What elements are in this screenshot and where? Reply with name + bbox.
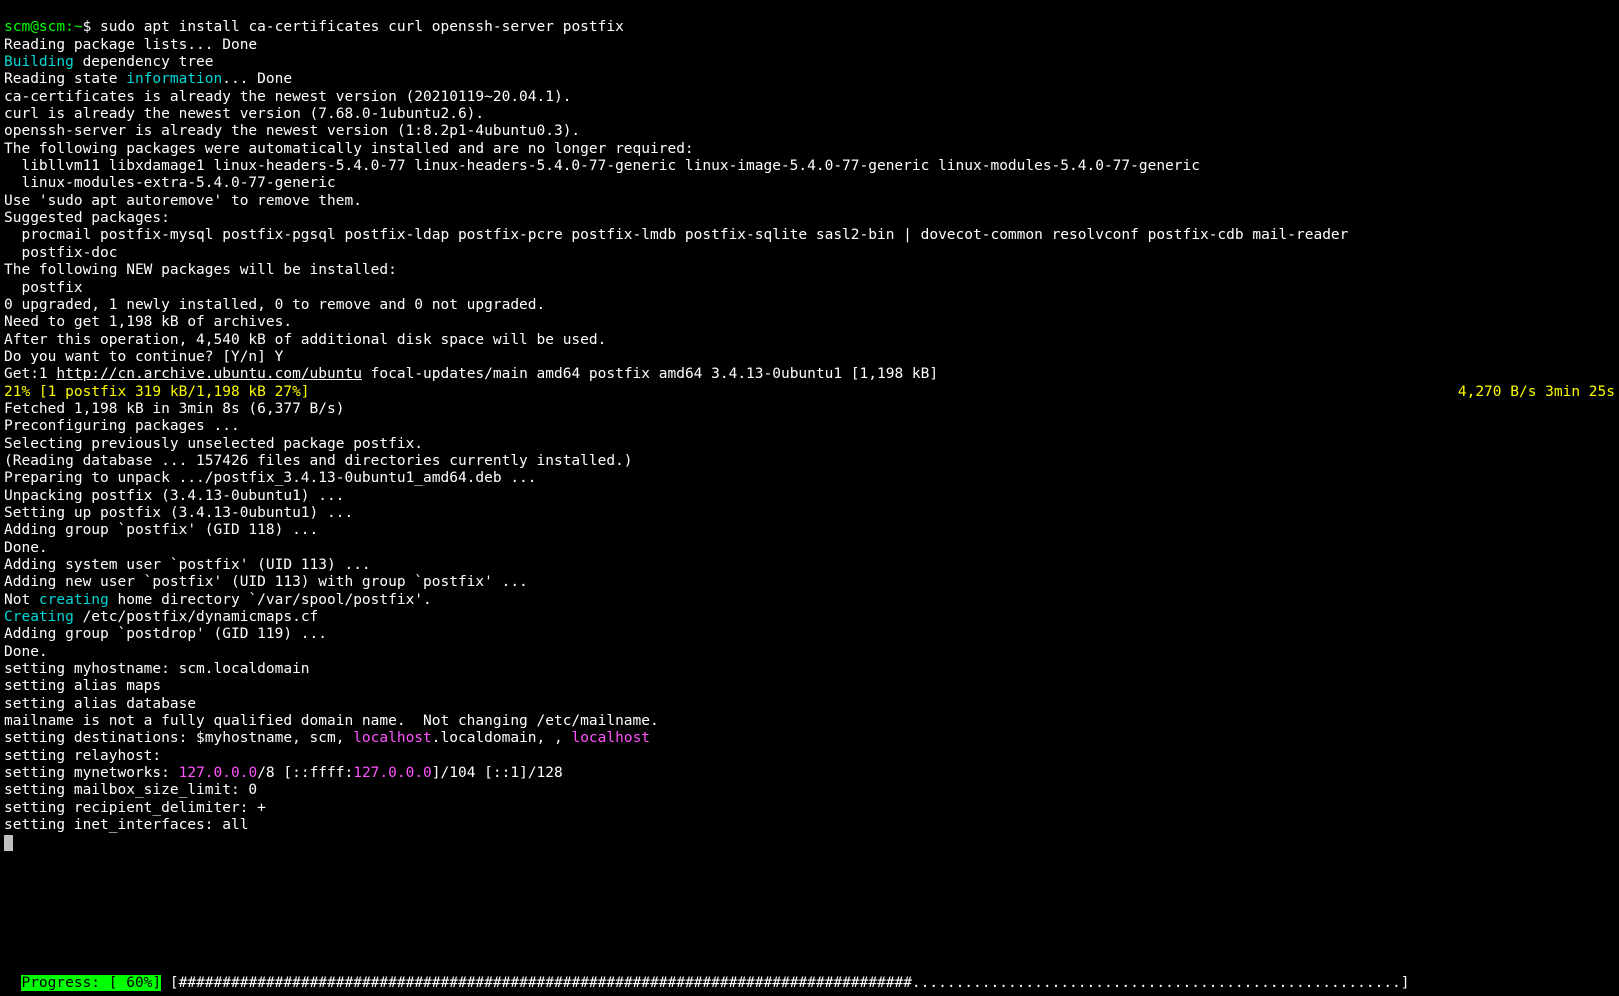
apt-myhostname: setting myhostname: scm.localdomain [4, 661, 310, 677]
apt-mynet-ip2: 127.0.0.0 [353, 765, 432, 781]
apt-dest-prefix: setting destinations: $myhostname, scm, [4, 730, 353, 746]
apt-not: Not [4, 592, 39, 608]
apt-auto-header: The following packages were automaticall… [4, 141, 694, 157]
apt-information: information [126, 71, 222, 87]
apt-get-prefix: Get:1 [4, 366, 56, 382]
progress-label: Progress: [ 60%] [21, 975, 161, 991]
apt-unpacking: Unpacking postfix (3.4.13-0ubuntu1) ... [4, 488, 344, 504]
apt-mynet-ip1: 127.0.0.0 [179, 765, 258, 781]
progress-row: Progress: [ 60%] [######################… [4, 957, 1410, 992]
apt-mynet-mid1: /8 [::ffff: [257, 765, 353, 781]
apt-auto-line1: libllvm11 libxdamage1 linux-headers-5.4.… [4, 158, 1200, 174]
apt-creating2: Creating [4, 609, 74, 625]
apt-new-header: The following NEW packages will be insta… [4, 262, 397, 278]
apt-mynet-mid2: ]/104 [::1]/128 [432, 765, 563, 781]
apt-mailname: mailname is not a fully qualified domain… [4, 713, 659, 729]
apt-suggested-line2: postfix-doc [4, 245, 118, 261]
apt-rate-right: 4,270 B/s 3min 25s [1458, 384, 1615, 401]
apt-relayhost: setting relayhost: [4, 748, 161, 764]
apt-already-0: ca-certificates is already the newest ve… [4, 89, 571, 105]
apt-done2: Done. [4, 644, 48, 660]
apt-mbox-limit: setting mailbox_size_limit: 0 [4, 782, 257, 798]
apt-auto-line2: linux-modules-extra-5.4.0-77-generic [4, 175, 336, 191]
apt-summary: 0 upgraded, 1 newly installed, 0 to remo… [4, 297, 545, 313]
apt-dest-mid: .localdomain, , [432, 730, 572, 746]
apt-dep-tree: dependency tree [74, 54, 214, 70]
apt-rate-left: 21% [1 postfix 319 kB/1,198 kB 27%] [4, 384, 310, 401]
apt-already-2: openssh-server is already the newest ver… [4, 123, 580, 139]
apt-mynet-prefix: setting mynetworks: [4, 765, 179, 781]
apt-dynmaps: /etc/postfix/dynamicmaps.cf [74, 609, 318, 625]
terminal-cursor [4, 835, 13, 851]
apt-building: Building [4, 54, 74, 70]
apt-new-line: postfix [4, 280, 83, 296]
command-text: sudo apt install ca-certificates curl op… [100, 19, 624, 35]
apt-preconfig: Preconfiguring packages ... [4, 418, 240, 434]
apt-homedir: home directory `/var/spool/postfix'. [109, 592, 432, 608]
apt-selecting: Selecting previously unselected package … [4, 436, 423, 452]
apt-add-group-postfix: Adding group `postfix' (GID 118) ... [4, 522, 318, 538]
apt-dest-localhost2: localhost [571, 730, 650, 746]
apt-reading-db: (Reading database ... 157426 files and d… [4, 453, 633, 469]
apt-reading-state-suffix: ... Done [222, 71, 292, 87]
apt-need-get: Need to get 1,198 kB of archives. [4, 314, 292, 330]
apt-done1: Done. [4, 540, 48, 556]
apt-alias-maps: setting alias maps [4, 678, 161, 694]
terminal-output[interactable]: scm@scm:~$ sudo apt install ca-certifica… [0, 0, 1619, 854]
apt-suggested-line1: procmail postfix-mysql postfix-pgsql pos… [4, 227, 1348, 243]
apt-fetched: Fetched 1,198 kB in 3min 8s (6,377 B/s) [4, 401, 344, 417]
apt-get-url: http://cn.archive.ubuntu.com/ubuntu [56, 366, 362, 382]
apt-dest-localhost1: localhost [353, 730, 432, 746]
progress-bar: [#######################################… [170, 975, 1410, 991]
apt-inet-if: setting inet_interfaces: all [4, 817, 248, 833]
prompt-user-host: scm@scm:~ [4, 19, 83, 35]
apt-suggested-header: Suggested packages: [4, 210, 170, 226]
apt-alias-db: setting alias database [4, 696, 196, 712]
apt-autoremove-hint: Use 'sudo apt autoremove' to remove them… [4, 193, 362, 209]
apt-setting-up: Setting up postfix (3.4.13-0ubuntu1) ... [4, 505, 353, 521]
apt-reading-state-prefix: Reading state [4, 71, 126, 87]
apt-recip-delim: setting recipient_delimiter: + [4, 800, 266, 816]
apt-reading-lists: Reading package lists... Done [4, 37, 257, 53]
apt-creating: creating [39, 592, 109, 608]
apt-add-sysuser: Adding system user `postfix' (UID 113) .… [4, 557, 371, 573]
apt-after-op: After this operation, 4,540 kB of additi… [4, 332, 606, 348]
apt-preparing: Preparing to unpack .../postfix_3.4.13-0… [4, 470, 537, 486]
prompt-symbol: $ [83, 19, 92, 35]
apt-already-1: curl is already the newest version (7.68… [4, 106, 484, 122]
apt-get-suffix: focal-updates/main amd64 postfix amd64 3… [362, 366, 938, 382]
apt-continue: Do you want to continue? [Y/n] Y [4, 349, 283, 365]
apt-add-group-postdrop: Adding group `postdrop' (GID 119) ... [4, 626, 327, 642]
apt-add-newuser: Adding new user `postfix' (UID 113) with… [4, 574, 528, 590]
